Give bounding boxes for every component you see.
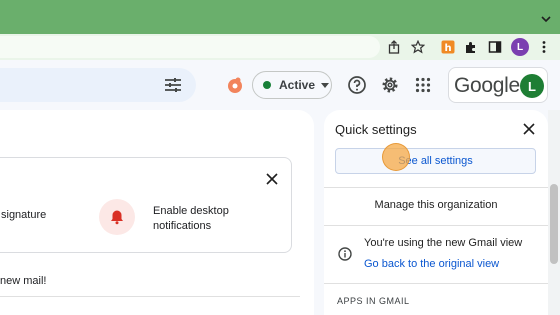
gmail-app: Active Google L signature Enable desktop… bbox=[0, 60, 560, 315]
extension-hunter-icon[interactable]: h bbox=[440, 39, 456, 55]
divider bbox=[0, 296, 300, 297]
browser-tab-strip bbox=[0, 0, 560, 34]
hubspot-extension-icon[interactable] bbox=[225, 75, 245, 95]
address-bar[interactable] bbox=[0, 36, 380, 58]
divider bbox=[324, 225, 548, 226]
extensions-puzzle-icon[interactable] bbox=[463, 39, 479, 55]
manage-organization-link[interactable]: Manage this organization bbox=[324, 199, 548, 211]
setup-card: signature Enable desktop notifications bbox=[0, 157, 292, 253]
google-apps-icon[interactable] bbox=[412, 74, 434, 96]
notification-bell-badge[interactable] bbox=[99, 199, 135, 235]
profile-avatar[interactable]: L bbox=[511, 38, 529, 56]
profile-initial: L bbox=[516, 41, 524, 53]
divider bbox=[324, 283, 548, 284]
help-icon[interactable] bbox=[346, 74, 368, 96]
info-icon bbox=[338, 247, 352, 261]
caret-down-icon bbox=[321, 82, 330, 88]
close-icon[interactable] bbox=[522, 122, 536, 136]
status-dropdown[interactable]: Active bbox=[252, 71, 332, 99]
account-avatar[interactable]: L bbox=[520, 74, 544, 98]
search-options-icon[interactable] bbox=[164, 77, 182, 93]
divider bbox=[324, 187, 548, 188]
google-account-button[interactable]: Google L bbox=[448, 67, 548, 103]
signature-step-label[interactable]: signature bbox=[1, 209, 46, 221]
browser-toolbar: h L bbox=[0, 34, 560, 60]
share-icon[interactable] bbox=[386, 39, 402, 55]
side-panel-icon[interactable] bbox=[487, 39, 503, 55]
go-back-original-view-link[interactable]: Go back to the original view bbox=[364, 258, 499, 270]
svg-text:h: h bbox=[444, 43, 451, 54]
scrollbar-thumb[interactable] bbox=[550, 184, 558, 264]
browser-menu-icon[interactable] bbox=[536, 39, 552, 55]
main-content-panel: signature Enable desktop notifications n… bbox=[0, 110, 314, 315]
new-mail-text: new mail! bbox=[0, 275, 47, 287]
close-icon[interactable] bbox=[265, 172, 279, 186]
status-label: Active bbox=[279, 78, 316, 92]
new-view-notice: You're using the new Gmail view bbox=[364, 237, 523, 249]
apps-in-gmail-heading: APPS IN GMAIL bbox=[337, 296, 410, 306]
click-indicator bbox=[382, 143, 410, 171]
quick-settings-panel: Quick settings See all settings Manage t… bbox=[324, 110, 548, 315]
bookmark-star-icon[interactable] bbox=[410, 39, 426, 55]
quick-settings-title: Quick settings bbox=[335, 122, 417, 137]
settings-gear-icon[interactable] bbox=[379, 74, 401, 96]
status-dot bbox=[263, 81, 271, 89]
enable-notifications-label[interactable]: Enable desktop notifications bbox=[153, 204, 263, 234]
see-all-settings-button[interactable]: See all settings bbox=[335, 148, 536, 174]
account-initial: L bbox=[528, 78, 536, 94]
google-logo: Google bbox=[454, 74, 520, 97]
tab-search-chevron-icon[interactable] bbox=[540, 12, 552, 24]
